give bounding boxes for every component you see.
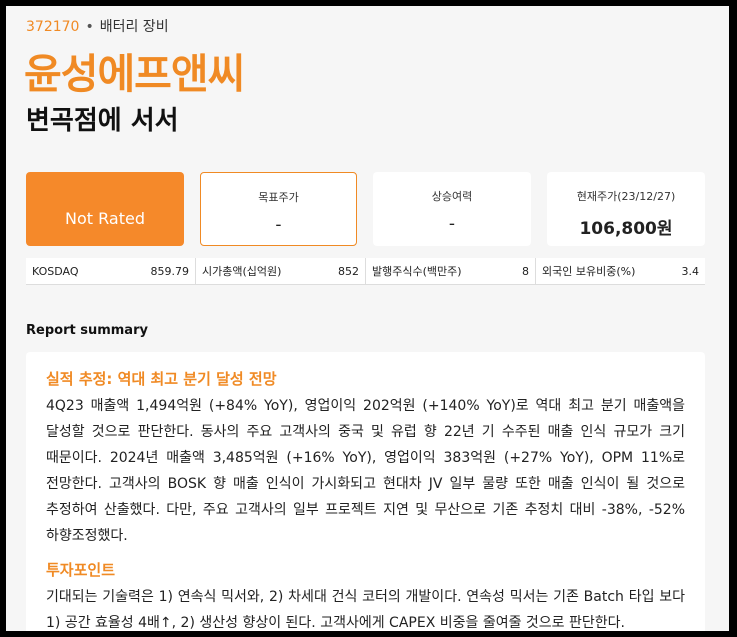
section-investment-text: 기대되는 기술력은 1) 연속식 믹서와, 2) 차세대 건식 코터의 개발이다… xyxy=(46,589,685,631)
stat-label: 외국인 보유비중(%) xyxy=(542,265,636,278)
current-price-box: 현재주가(23/12/27) 106,800원 xyxy=(547,172,705,246)
stat-value: 8 xyxy=(522,264,529,278)
market-stats-row: KOSDAQ 859.79 시가총액(십억원) 852 발행주식수(백만주) 8… xyxy=(26,258,705,285)
current-price-label: 현재주가(23/12/27) xyxy=(576,190,676,203)
upside-label: 상승여력 xyxy=(431,190,473,203)
upside-box: 상승여력 - xyxy=(373,172,531,246)
summary-box: 실적 추정: 역대 최고 분기 달성 전망 4Q23 매출액 1,494억원 (… xyxy=(26,352,705,631)
stat-kosdaq: KOSDAQ 859.79 xyxy=(26,258,196,284)
stat-label: KOSDAQ xyxy=(32,264,79,278)
current-price-value: 106,800원 xyxy=(579,219,673,239)
sector-label: 배터리 장비 xyxy=(99,19,169,35)
stat-value: 3.4 xyxy=(681,264,700,278)
stat-shares: 발행주식수(백만주) 8 xyxy=(366,258,536,284)
target-price-value: - xyxy=(275,215,282,235)
stat-label: 발행주식수(백만주) xyxy=(372,265,462,278)
company-name: 윤성에프앤씨 xyxy=(24,50,245,98)
stat-foreign-ownership: 외국인 보유비중(%) 3.4 xyxy=(536,258,705,284)
stat-value: 852 xyxy=(338,264,359,278)
section-investment-title: 투자포인트 xyxy=(46,561,116,579)
stock-code-line: 372170 • 배터리 장비 xyxy=(26,16,169,36)
upside-value: - xyxy=(448,214,456,234)
stock-code: 372170 xyxy=(26,19,80,35)
rating-box: Not Rated xyxy=(26,172,184,246)
stat-value: 859.79 xyxy=(150,264,190,278)
target-price-box: 목표주가 - xyxy=(200,172,357,246)
target-price-label: 목표주가 xyxy=(258,191,299,204)
stat-market-cap: 시가총액(십억원) 852 xyxy=(196,258,366,284)
report-headline: 변곡점에 서서 xyxy=(26,106,179,136)
separator-dot: • xyxy=(85,19,94,35)
section-earnings-text: 4Q23 매출액 1,494억원 (+84% YoY), 영업이익 202억원 … xyxy=(46,398,685,544)
stat-label: 시가총액(십억원) xyxy=(202,265,282,278)
section-earnings-title: 실적 추정: 역대 최고 분기 달성 전망 xyxy=(46,370,277,388)
report-page: 372170 • 배터리 장비 윤성에프앤씨 변곡점에 서서 Not Rated 목… xyxy=(6,6,729,631)
summary-title: Report summary xyxy=(26,323,148,338)
